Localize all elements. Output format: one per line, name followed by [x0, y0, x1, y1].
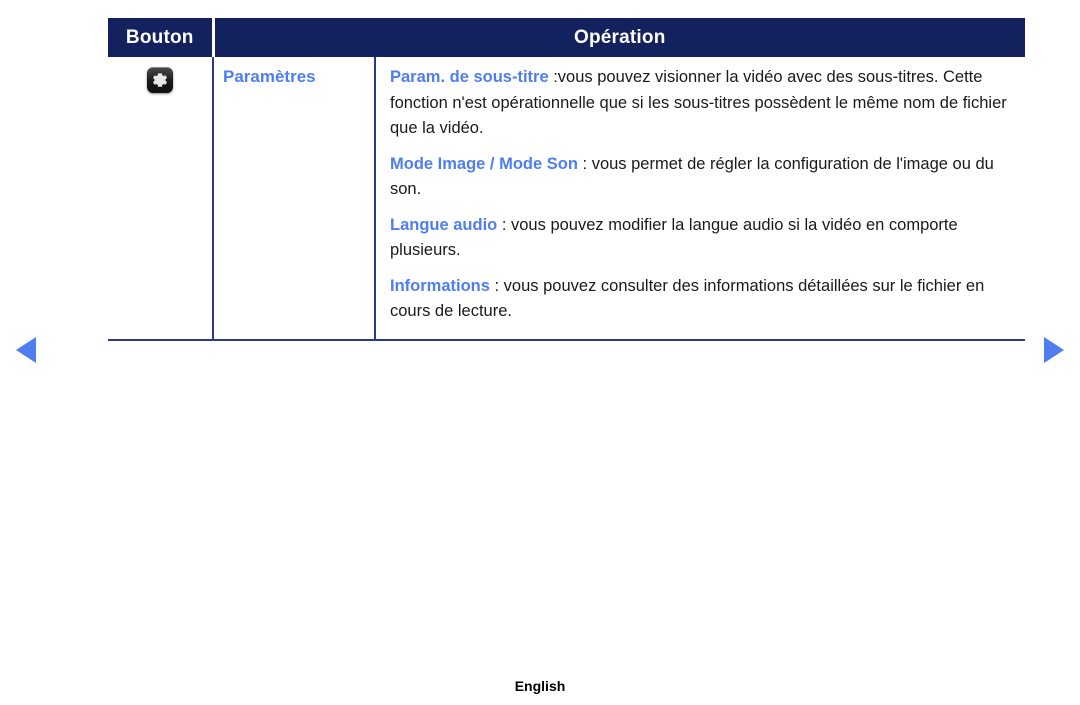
triangle-left-icon[interactable] — [16, 337, 36, 363]
cell-feature-label: Paramètres — [213, 57, 376, 341]
description-paragraph: Langue audio : vous pouvez modifier la l… — [390, 213, 1025, 264]
description-paragraph: Informations : vous pouvez consulter des… — [390, 274, 1025, 325]
description-paragraph: Param. de sous-titre :vous pouvez vision… — [390, 65, 1025, 142]
column-header-button: Bouton — [108, 18, 215, 57]
feature-label: Paramètres — [223, 67, 316, 86]
description-paragraph: Mode Image / Mode Son : vous permet de r… — [390, 152, 1025, 203]
cell-operation-description: Param. de sous-titre :vous pouvez vision… — [375, 57, 1025, 341]
description-key: Mode Image / Mode Son — [390, 154, 578, 173]
settings-gear-icon[interactable] — [147, 67, 173, 93]
table: Bouton Opération Paramètres Param. de so… — [108, 18, 1025, 341]
table-head: Bouton Opération — [108, 18, 1025, 57]
cell-button-icon — [108, 57, 214, 341]
table-header-row: Bouton Opération — [108, 18, 1025, 57]
manual-page: Bouton Opération Paramètres Param. de so… — [0, 0, 1080, 705]
description-key: Informations — [390, 276, 490, 295]
table-row: Paramètres Param. de sous-titre :vous po… — [108, 57, 1025, 341]
description-key: Langue audio — [390, 215, 498, 234]
description-key: Param. de sous-titre — [390, 68, 549, 86]
button-operation-table: Bouton Opération Paramètres Param. de so… — [108, 18, 1025, 341]
page-language-footer: English — [514, 678, 566, 694]
table-body: Paramètres Param. de sous-titre :vous po… — [108, 57, 1025, 341]
triangle-right-icon[interactable] — [1044, 337, 1064, 363]
column-header-operation: Opération — [213, 18, 1025, 57]
